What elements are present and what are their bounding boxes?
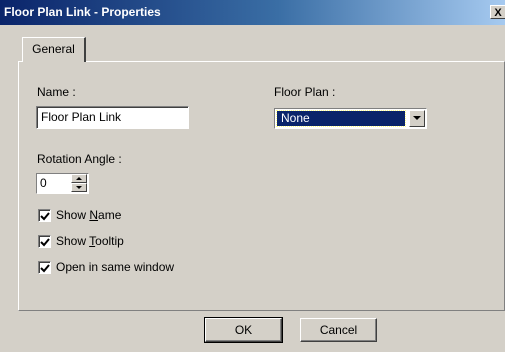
name-label: Name : [37, 85, 76, 99]
open-same-window-checkbox[interactable] [38, 261, 51, 274]
floor-plan-label: Floor Plan : [274, 85, 336, 99]
checkmark-icon [40, 264, 50, 273]
name-field-value: Floor Plan Link [41, 110, 122, 124]
show-name-label-suffix: ame [98, 208, 122, 222]
show-tooltip-label[interactable]: Show Tooltip [56, 234, 124, 248]
close-button[interactable]: X [490, 5, 505, 19]
rotation-angle-value: 0 [40, 176, 47, 190]
window-title: Floor Plan Link - Properties [4, 5, 161, 19]
properties-dialog: Floor Plan Link - Properties X General N… [0, 0, 505, 352]
show-tooltip-label-suffix: ooltip [95, 234, 124, 248]
show-name-label[interactable]: Show Name [56, 208, 121, 222]
show-tooltip-label-prefix: Show [56, 234, 90, 248]
floor-plan-select[interactable]: None [274, 108, 427, 129]
floor-plan-selected-value: None [276, 110, 406, 127]
rotation-angle-label: Rotation Angle : [37, 152, 122, 166]
tab-general-label: General [32, 42, 75, 56]
title-bar[interactable]: Floor Plan Link - Properties X [0, 0, 505, 25]
show-name-checkbox[interactable] [38, 209, 51, 222]
tab-general[interactable]: General [22, 37, 86, 62]
arrow-up-icon [76, 177, 82, 180]
checkmark-icon [40, 212, 50, 221]
show-name-label-prefix: Show [56, 208, 90, 222]
show-name-mnemonic: N [89, 208, 99, 222]
show-tooltip-checkbox[interactable] [38, 235, 51, 248]
arrow-down-icon [76, 186, 82, 189]
close-icon: X [494, 7, 502, 19]
chevron-down-icon [413, 116, 421, 120]
rotation-increment-button[interactable] [71, 174, 87, 183]
checkmark-icon [40, 238, 50, 247]
cancel-button[interactable]: Cancel [300, 318, 377, 342]
rotation-decrement-button[interactable] [71, 183, 87, 192]
rotation-angle-stepper[interactable]: 0 [36, 173, 89, 194]
floor-plan-dropdown-button[interactable] [409, 110, 425, 127]
ok-button[interactable]: OK [204, 317, 283, 343]
open-same-window-label[interactable]: Open in same window [56, 260, 174, 274]
name-field[interactable]: Floor Plan Link [36, 106, 189, 129]
